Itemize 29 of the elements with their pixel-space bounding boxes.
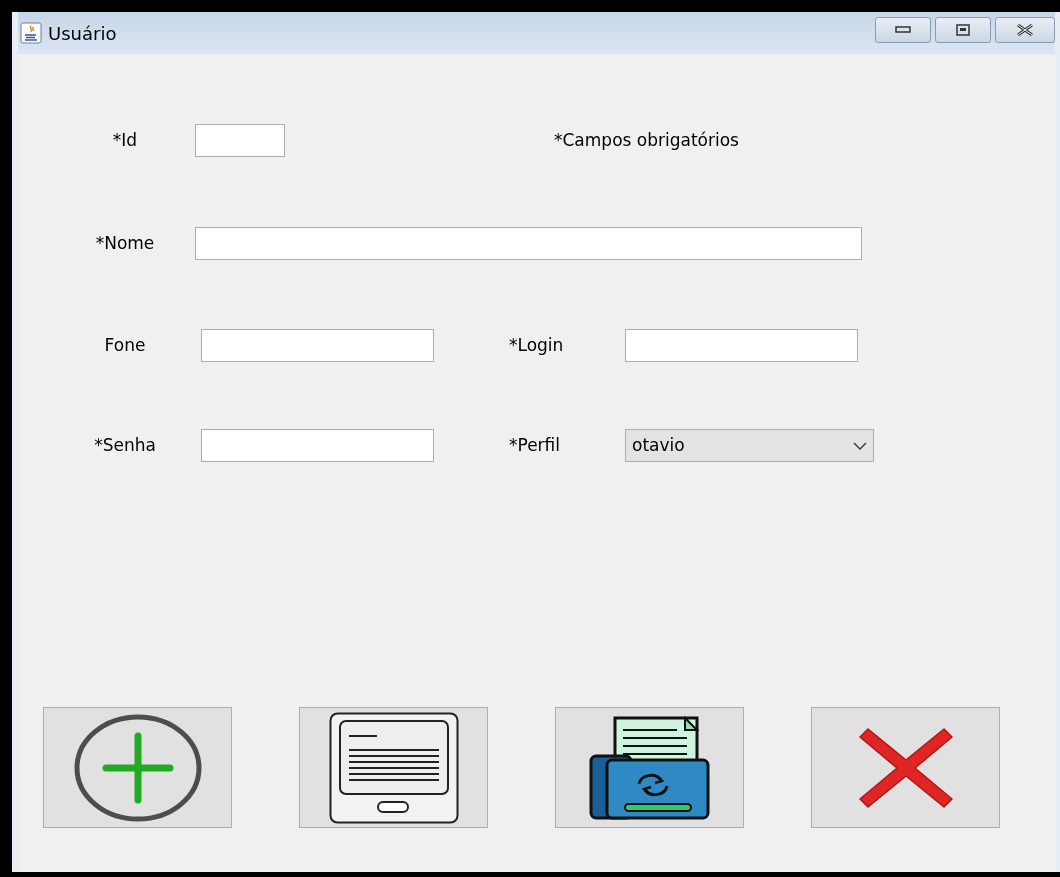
input-field[interactable] — [201, 429, 434, 462]
delete-button[interactable] — [811, 707, 1000, 828]
app-icon — [20, 22, 42, 44]
window-title: Usuário — [48, 21, 117, 46]
close-icon — [1016, 24, 1034, 36]
add-button[interactable] — [43, 707, 232, 828]
maximize-icon — [956, 24, 970, 36]
minimize-icon — [895, 26, 911, 34]
field-label: Fone — [103, 333, 147, 357]
field-label: *Login — [509, 333, 565, 357]
minimize-button[interactable] — [875, 17, 931, 43]
update-button[interactable] — [555, 707, 744, 828]
view-button[interactable] — [299, 707, 488, 828]
chevron-icon — [853, 441, 867, 450]
plus-circle-icon — [72, 713, 203, 822]
dropdown[interactable]: otavio — [625, 429, 874, 462]
input-field[interactable] — [195, 227, 862, 260]
input-field[interactable] — [195, 124, 285, 157]
field-label: *Id — [111, 128, 139, 152]
close-button[interactable] — [995, 17, 1055, 43]
field-label: *Perfil — [509, 433, 562, 457]
required-note: *Campos obrigatórios — [554, 128, 739, 152]
input-field[interactable] — [625, 329, 858, 362]
input-field[interactable] — [201, 329, 434, 362]
maximize-button[interactable] — [935, 17, 991, 43]
field-label: *Senha — [93, 433, 157, 457]
document-sync-icon — [588, 715, 711, 820]
field-label: *Nome — [94, 231, 156, 255]
tablet-icon — [328, 711, 459, 824]
